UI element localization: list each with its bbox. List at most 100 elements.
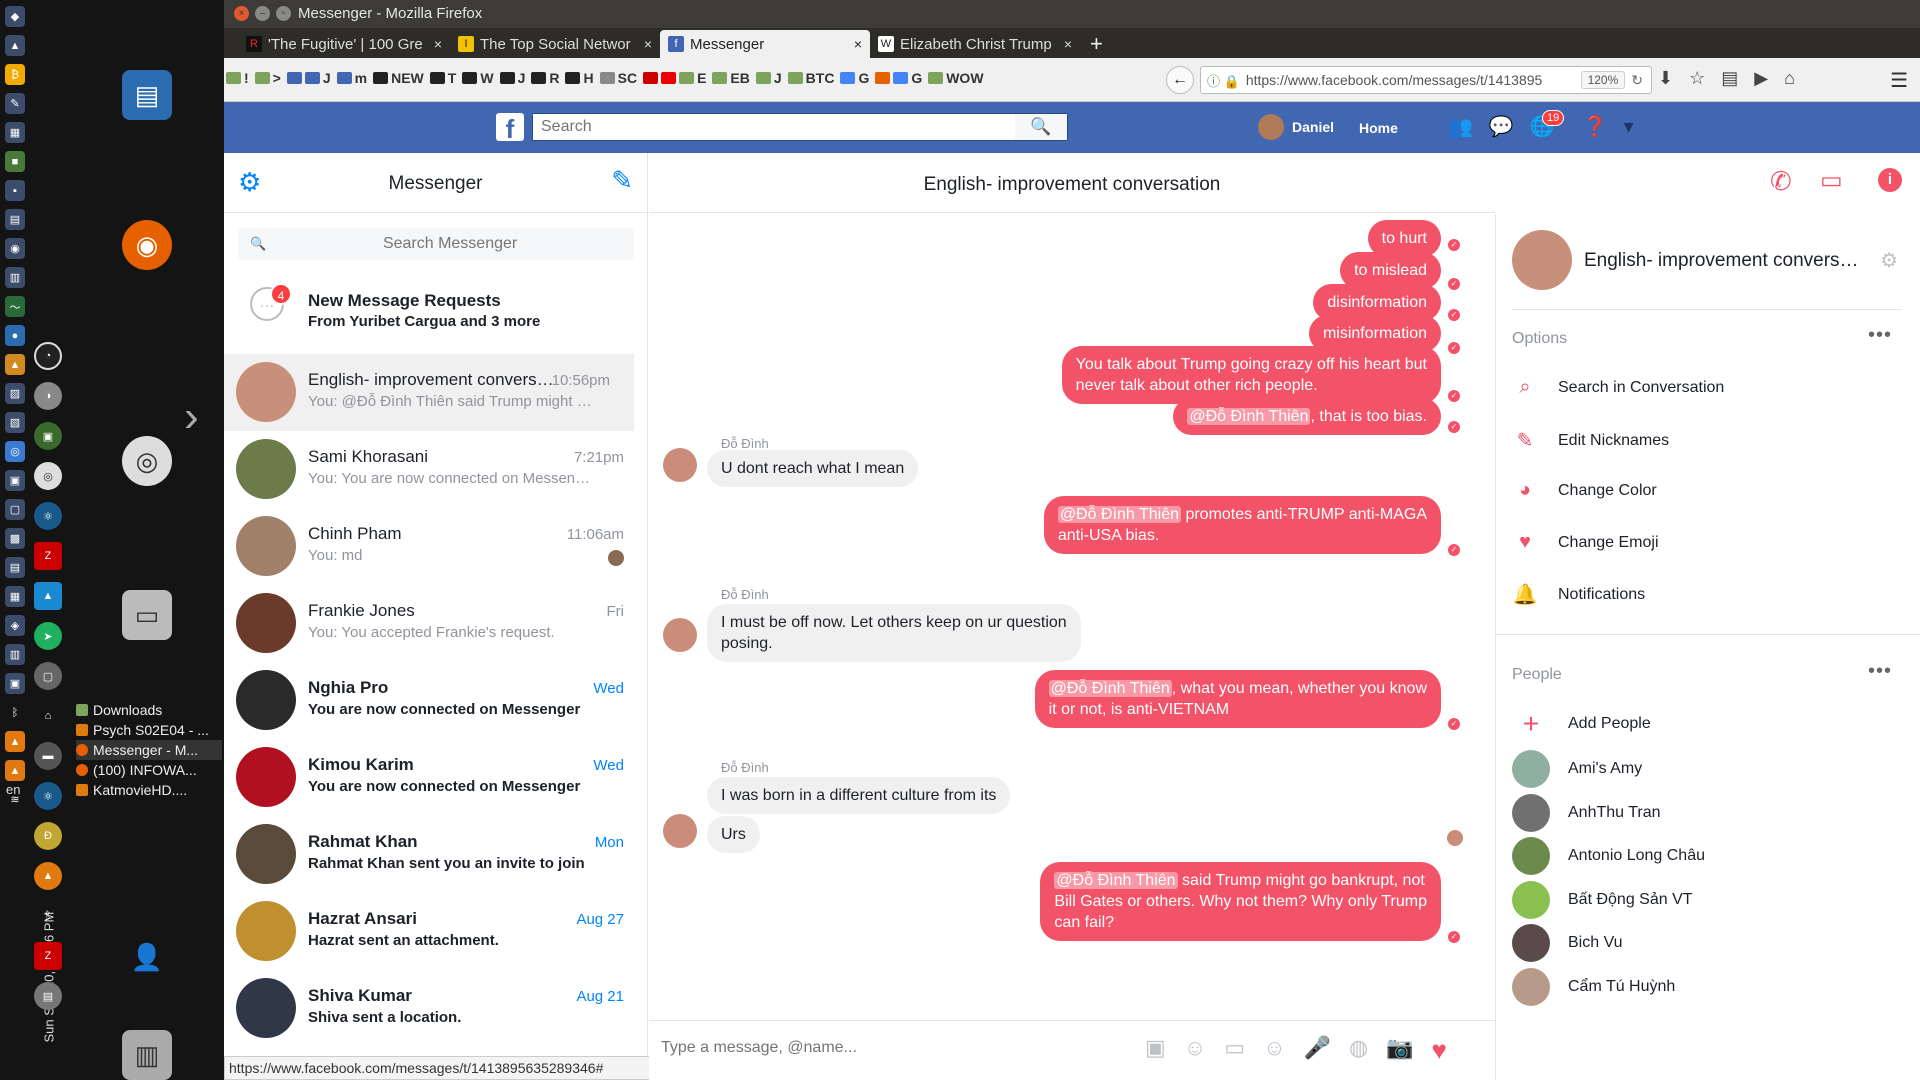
close-tab-icon[interactable]: ×: [644, 36, 652, 52]
sticker-icon[interactable]: ☺: [1184, 1035, 1206, 1066]
close-tab-icon[interactable]: ×: [854, 36, 862, 52]
bookmark[interactable]: J: [286, 70, 331, 86]
info-icon[interactable]: i: [1878, 168, 1902, 192]
camera-icon[interactable]: 📷: [1386, 1035, 1413, 1066]
url-text[interactable]: https://www.facebook.com/messages/t/1413…: [1246, 72, 1581, 88]
emoji-icon[interactable]: ☺: [1263, 1035, 1285, 1066]
app-icon[interactable]: ◈: [5, 615, 25, 636]
close-tab-icon[interactable]: ×: [1064, 36, 1072, 52]
app-icon[interactable]: ▨: [5, 383, 25, 404]
editor-icon[interactable]: ✎: [5, 93, 25, 114]
conversation-item[interactable]: Nghia Pro Wed You are now connected on Mes…: [224, 662, 648, 739]
home-icon[interactable]: ⌂: [1784, 68, 1795, 89]
tab-social-networks[interactable]: I The Top Social Networ ×: [450, 30, 660, 58]
message-requests[interactable]: … 4 New Message Requests From Yuribet Ca…: [224, 279, 648, 341]
phone-icon[interactable]: ✆: [1770, 166, 1792, 197]
chevron-right-icon[interactable]: ›: [184, 392, 199, 442]
app-icon[interactable]: ▬: [34, 742, 62, 770]
heart-icon[interactable]: ♥: [1432, 1035, 1447, 1066]
gear-icon[interactable]: ⚙: [1880, 248, 1898, 273]
bookmark[interactable]: J: [499, 70, 525, 86]
minimize-window-icon[interactable]: –: [255, 6, 270, 21]
conversation-item[interactable]: Shiva Kumar Aug 21 Shiva sent a location.: [224, 970, 648, 1047]
bookmark[interactable]: WOW: [928, 70, 984, 86]
obs-icon[interactable]: ◔: [34, 342, 62, 370]
app-icon[interactable]: ▦: [5, 586, 25, 607]
telegram-icon[interactable]: ➤: [34, 622, 62, 650]
app-icon[interactable]: ▢: [34, 662, 62, 690]
more-options-icon[interactable]: •••: [1868, 324, 1892, 347]
bitcoin-icon[interactable]: ₿: [5, 64, 25, 85]
add-people-button[interactable]: + Add People: [1512, 708, 1651, 740]
avatar[interactable]: [663, 814, 697, 848]
user-switch-icon[interactable]: 👤: [122, 932, 172, 982]
app-icon[interactable]: ▥: [5, 644, 25, 665]
person-item[interactable]: Ami's Amy: [1512, 750, 1642, 788]
firefox-icon[interactable]: ◉: [122, 220, 172, 270]
close-window-icon[interactable]: ×: [234, 6, 249, 21]
notifications-option[interactable]: 🔔 Notifications: [1512, 582, 1646, 607]
calc-icon[interactable]: ▦: [5, 122, 25, 143]
conversation-item[interactable]: Hazrat Ansari Aug 27 Hazrat sent an attach…: [224, 893, 648, 970]
monitor-icon[interactable]: 〜: [5, 296, 25, 317]
compose-icon[interactable]: ✎: [611, 165, 633, 196]
app-icon[interactable]: ▩: [5, 528, 25, 549]
conversation-item[interactable]: English- improvement conversation 10:56pm…: [224, 354, 634, 431]
profile-link[interactable]: Daniel: [1258, 114, 1334, 140]
app-icon[interactable]: ▣: [34, 422, 62, 450]
bookmark[interactable]: T: [429, 70, 456, 86]
conversation-item[interactable]: Frankie Jones Fri You: You accepted Franki…: [224, 585, 648, 662]
bookmark[interactable]: EB: [712, 70, 750, 86]
filezilla-icon[interactable]: Z: [34, 942, 62, 970]
conversation-item[interactable]: Kimou Karim Wed You are now connected on M…: [224, 739, 648, 816]
mention[interactable]: @Đỗ Đình Thiên: [1187, 408, 1311, 425]
app-icon[interactable]: ▥: [5, 267, 25, 288]
reload-icon[interactable]: ↻: [1631, 72, 1643, 89]
bookmark[interactable]: J: [755, 70, 782, 86]
tab-fugitive[interactable]: R 'The Fugitive' | 100 Gre ×: [238, 30, 450, 58]
app-icon[interactable]: ◉: [5, 238, 25, 259]
atom-icon[interactable]: ⚛: [34, 782, 62, 810]
app-icon[interactable]: ▣: [5, 470, 25, 491]
youtube-icon[interactable]: ▶: [1754, 68, 1768, 89]
app-icon[interactable]: ■: [5, 151, 25, 172]
app-icon[interactable]: ▢: [5, 499, 25, 520]
bookmark[interactable]: R: [531, 70, 559, 86]
person-item[interactable]: AnhThu Tran: [1512, 793, 1661, 832]
app-icon[interactable]: ▪: [5, 180, 25, 201]
place-item[interactable]: (100) INFOWA...: [76, 760, 222, 780]
url-bar[interactable]: ⓘ 🔒 https://www.facebook.com/messages/t/…: [1200, 66, 1652, 94]
app-icon[interactable]: ▧: [5, 412, 25, 433]
home-link[interactable]: Home: [1359, 120, 1398, 136]
bookmark[interactable]: >: [254, 70, 281, 86]
vlc-icon[interactable]: ▲: [34, 862, 62, 890]
microphone-icon[interactable]: 🎤: [1304, 1035, 1331, 1066]
new-tab-button[interactable]: +: [1090, 31, 1103, 57]
bluetooth-icon[interactable]: ᛒ: [34, 902, 62, 930]
bookmark[interactable]: SC: [599, 70, 637, 86]
facebook-search-input[interactable]: [533, 114, 1013, 140]
bookmark[interactable]: G: [875, 70, 922, 86]
avatar[interactable]: [663, 448, 697, 482]
facebook-logo-icon[interactable]: f: [496, 113, 524, 144]
reader-icon[interactable]: ▤: [1721, 68, 1738, 89]
avatar[interactable]: [1512, 230, 1572, 290]
person-item[interactable]: Bich Vu: [1512, 924, 1623, 962]
conversation-name[interactable]: English- improvement conversation: [1584, 250, 1864, 272]
friend-requests-icon[interactable]: 👥: [1448, 114, 1473, 139]
conversation-item[interactable]: Chinh Pham 11:06am You: md: [224, 508, 648, 585]
bluetooth-icon[interactable]: ᛒ: [5, 702, 25, 723]
tab-elizabeth[interactable]: W Elizabeth Christ Trump ×: [870, 30, 1080, 58]
tab-messenger[interactable]: f Messenger ×: [660, 30, 870, 58]
app-icon[interactable]: ●: [5, 325, 25, 346]
person-item[interactable]: Antonio Long Châu: [1512, 837, 1705, 875]
mention[interactable]: @Đỗ Đình Thiên: [1057, 506, 1181, 523]
trash-icon[interactable]: ▥: [122, 1030, 172, 1080]
bookmark[interactable]: G: [840, 70, 869, 86]
bookmark[interactable]: m: [336, 70, 367, 86]
dogecoin-icon[interactable]: Ð: [34, 822, 62, 850]
place-item[interactable]: Messenger - M...: [76, 740, 222, 760]
more-people-icon[interactable]: •••: [1868, 660, 1892, 683]
bookmark[interactable]: NEW: [373, 70, 424, 86]
chrome-icon[interactable]: ◎: [5, 441, 25, 462]
